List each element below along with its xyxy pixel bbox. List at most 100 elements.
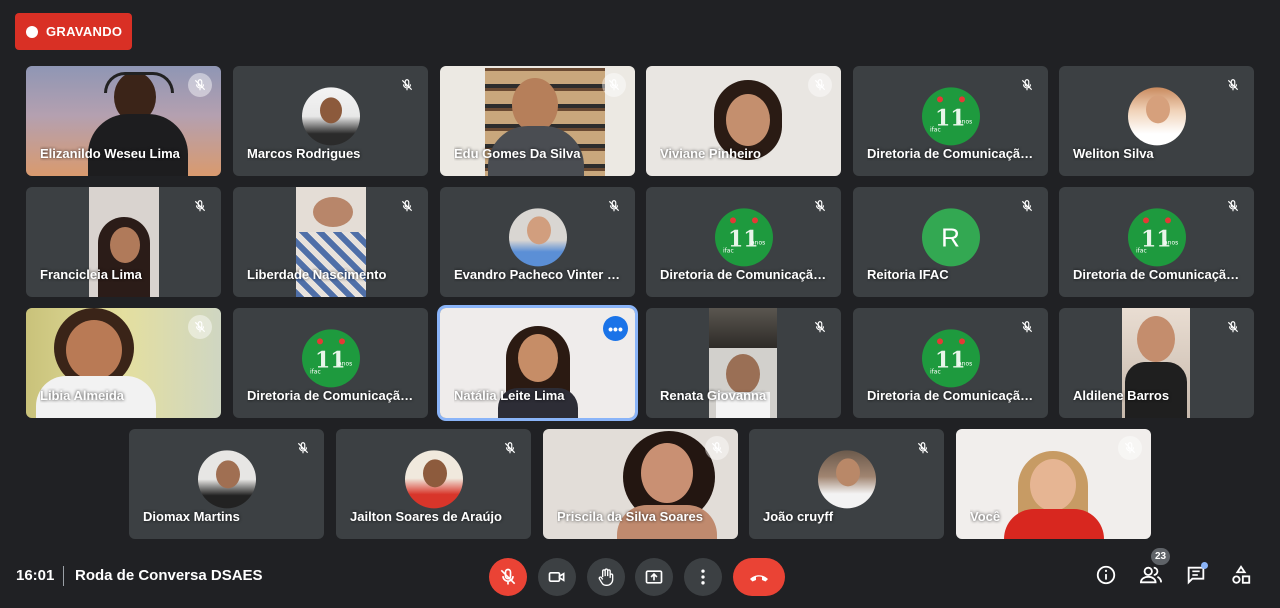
- participant-name: Elizanildo Weseu Lima: [40, 146, 180, 161]
- ifac-logo-avatar: 11 ifac anos: [921, 87, 980, 146]
- svg-text:ifac: ifac: [310, 368, 321, 375]
- show-everyone-button[interactable]: [1138, 562, 1164, 588]
- avatar: [197, 450, 256, 509]
- call-end-icon: [750, 575, 768, 582]
- recording-dot-icon: [26, 25, 38, 38]
- participant-options-button[interactable]: •••: [603, 316, 628, 341]
- participant-name: Viviane Pinheiro: [660, 146, 761, 161]
- participant-count-badge: 23: [1151, 548, 1170, 565]
- meeting-details-button[interactable]: [1093, 562, 1119, 588]
- ifac-logo-avatar: 11 ifac anos: [301, 329, 360, 388]
- toggle-microphone-button[interactable]: [489, 558, 527, 596]
- avatar-initial: R: [921, 208, 980, 267]
- participant-name: Francicleia Lima: [40, 267, 142, 282]
- mic-off-icon: [808, 315, 832, 339]
- mic-off-icon: [291, 436, 315, 460]
- participant-tile[interactable]: Evandro Pacheco Vinter Filho: [440, 187, 635, 297]
- participant-name: Marcos Rodrigues: [247, 146, 361, 161]
- camera-icon: [548, 572, 565, 582]
- mic-off-icon: [500, 568, 516, 585]
- participant-name: Renata Giovanna: [660, 388, 767, 403]
- more-options-button[interactable]: [684, 558, 722, 596]
- clock: 16:01: [16, 567, 55, 584]
- participant-name: Aldilene Barros: [1073, 388, 1170, 403]
- self-view-tile[interactable]: Você: [956, 429, 1151, 539]
- raise-hand-icon: [598, 568, 614, 586]
- mic-off-icon: [188, 73, 212, 97]
- participant-name: Diretoria de Comunicação Social: [660, 267, 829, 282]
- ifac-logo-avatar: 11 ifac anos: [714, 208, 773, 267]
- ifac-logo-avatar: 11 ifac anos: [1127, 208, 1186, 267]
- participant-name: Natália Leite Lima: [454, 388, 565, 403]
- participant-tile[interactable]: Jailton Soares de Araújo: [336, 429, 531, 539]
- leave-call-button[interactable]: [733, 558, 785, 596]
- mic-off-icon: [188, 315, 212, 339]
- avatar: [817, 450, 876, 509]
- toggle-camera-button[interactable]: [538, 558, 576, 596]
- participant-tile[interactable]: Elizanildo Weseu Lima: [26, 66, 221, 176]
- participant-tile[interactable]: Viviane Pinheiro: [646, 66, 841, 176]
- activities-button[interactable]: [1228, 562, 1254, 588]
- svg-text:anos: anos: [958, 118, 972, 125]
- meeting-title: Roda de Conversa DSAES: [75, 567, 263, 584]
- participant-tile[interactable]: 11ifacanos Diretoria de Comunicação Soci…: [233, 308, 428, 418]
- mic-off-icon: [498, 436, 522, 460]
- participant-tile[interactable]: Libia Almeida: [26, 308, 221, 418]
- svg-text:ifac: ifac: [1136, 247, 1147, 254]
- present-now-button[interactable]: [635, 558, 673, 596]
- mic-off-icon: [1221, 194, 1245, 218]
- recording-label: GRAVANDO: [46, 24, 123, 39]
- participant-tile[interactable]: João cruyff: [749, 429, 944, 539]
- participant-tile[interactable]: Aldilene Barros: [1059, 308, 1254, 418]
- participant-tile[interactable]: Liberdade Nascimento: [233, 187, 428, 297]
- participant-tile[interactable]: Diomax Martins: [129, 429, 324, 539]
- participant-name: Você: [970, 509, 1001, 524]
- mic-off-icon: [395, 194, 419, 218]
- participant-name: Priscila da Silva Soares: [557, 509, 703, 524]
- participant-name: Liberdade Nascimento: [247, 267, 387, 282]
- participant-tile[interactable]: Edu Gomes Da Silva: [440, 66, 635, 176]
- svg-text:anos: anos: [1164, 239, 1178, 246]
- svg-text:ifac: ifac: [930, 368, 941, 375]
- mic-off-icon: [1118, 436, 1142, 460]
- avatar: [404, 450, 463, 509]
- avatar: [1127, 87, 1186, 146]
- avatar: [301, 87, 360, 146]
- info-icon: [1096, 565, 1116, 585]
- participant-name: Evandro Pacheco Vinter Filho: [454, 267, 623, 282]
- activities-icon: [1232, 565, 1251, 584]
- participant-tile[interactable]: Francicleia Lima: [26, 187, 221, 297]
- participant-tile[interactable]: 11ifacanos Diretoria de Comunicação Soci…: [646, 187, 841, 297]
- participant-tile[interactable]: Weliton Silva: [1059, 66, 1254, 176]
- ifac-logo-avatar: 11 ifac anos: [921, 329, 980, 388]
- mic-off-icon: [395, 73, 419, 97]
- participant-tile[interactable]: Priscila da Silva Soares: [543, 429, 738, 539]
- mic-off-icon: [705, 436, 729, 460]
- participant-tile[interactable]: 11ifacanos Diretoria de Comunicação Soci…: [853, 308, 1048, 418]
- raise-hand-button[interactable]: [587, 558, 625, 596]
- participant-tile[interactable]: 11ifacanos Diretoria de Comunicação Soci…: [853, 66, 1048, 176]
- participant-name: Diomax Martins: [143, 509, 240, 524]
- mic-off-icon: [1221, 315, 1245, 339]
- svg-text:ifac: ifac: [723, 247, 734, 254]
- participant-name: Diretoria de Comunicação Social: [1073, 267, 1242, 282]
- mic-off-icon: [1015, 194, 1039, 218]
- participant-name: Edu Gomes Da Silva: [454, 146, 581, 161]
- participant-name: Reitoria IFAC: [867, 267, 949, 282]
- mic-off-icon: [1015, 73, 1039, 97]
- mic-off-icon: [602, 194, 626, 218]
- participant-tile[interactable]: Renata Giovanna: [646, 308, 841, 418]
- participant-name: Libia Almeida: [40, 388, 125, 403]
- participant-tile[interactable]: 11ifacanos Diretoria de Comunicação Soci…: [1059, 187, 1254, 297]
- mic-off-icon: [1221, 73, 1245, 97]
- mic-off-icon: [808, 73, 832, 97]
- bottom-toolbar: 16:01 Roda de Conversa DSAES 23: [0, 548, 1280, 608]
- svg-text:anos: anos: [751, 239, 765, 246]
- recording-badge: GRAVANDO: [15, 13, 132, 50]
- chat-notification-dot: [1201, 562, 1208, 569]
- present-screen-icon: [645, 570, 663, 584]
- participant-tile[interactable]: R Reitoria IFAC: [853, 187, 1048, 297]
- active-speaker-tile[interactable]: ••• Natália Leite Lima: [440, 308, 635, 418]
- participant-tile[interactable]: Marcos Rodrigues: [233, 66, 428, 176]
- participant-name: Diretoria de Comunicação Social: [867, 146, 1036, 161]
